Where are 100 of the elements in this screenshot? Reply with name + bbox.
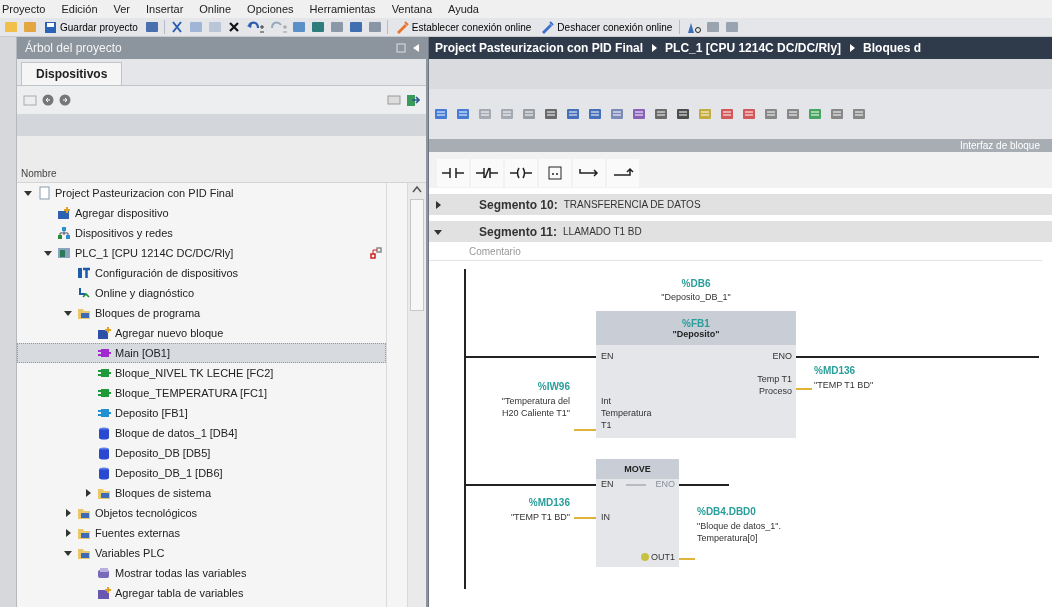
- tree-item[interactable]: Bloque_NIVEL TK LECHE [FC2]: [17, 363, 386, 383]
- pin-marker-icon: [641, 553, 649, 561]
- menu-item[interactable]: Ayuda: [440, 3, 487, 15]
- tree-item[interactable]: Deposito [FB1]: [17, 403, 386, 423]
- database-icon: [97, 426, 111, 440]
- menu-item[interactable]: Ventana: [383, 3, 440, 15]
- menu-item[interactable]: Ver: [105, 3, 138, 15]
- ladder-wire: [626, 484, 646, 486]
- expand-arrow-icon[interactable]: [63, 548, 73, 558]
- back-icon[interactable]: [42, 94, 54, 106]
- breadcrumb-item[interactable]: Project Pasteurizacion con PID Final: [435, 41, 644, 55]
- network-comment: TRANSFERENCIA DE DATOS: [563, 199, 701, 210]
- tree-item[interactable]: Dispositivos y redes: [17, 223, 386, 243]
- operand-address: %IW96: [537, 381, 570, 392]
- network-title: Segmento 10:: [479, 197, 558, 212]
- plc-icon: [57, 246, 71, 260]
- breadcrumb-arrow-icon: [849, 44, 856, 52]
- collapse-icon[interactable]: [412, 43, 420, 53]
- menu-item[interactable]: Herramientas: [301, 3, 384, 15]
- tree-item[interactable]: Project Pasteurizacion con PID Final: [17, 183, 386, 203]
- tree-item[interactable]: Fuentes externas: [17, 523, 386, 543]
- tree-item[interactable]: Agregar nuevo bloque: [17, 323, 386, 343]
- pin-label: EN: [601, 478, 614, 490]
- go-online-button[interactable]: Establecer conexión online: [392, 19, 534, 35]
- close-branch-icon[interactable]: [607, 159, 639, 187]
- expand-arrow-icon[interactable]: [63, 508, 73, 518]
- document-icon: [37, 186, 51, 200]
- tag-table-icon: [97, 566, 111, 580]
- add-table-icon: [97, 586, 111, 600]
- expand-arrow-icon[interactable]: [83, 488, 93, 498]
- scrollbar-thumb[interactable]: [410, 199, 424, 311]
- pane-icon[interactable]: [396, 43, 406, 53]
- normally-closed-contact-icon[interactable]: [471, 159, 503, 187]
- pin-label: EN: [601, 350, 614, 362]
- ladder-wire: [574, 429, 596, 431]
- folder-icon: [77, 546, 91, 560]
- expand-arrow-icon[interactable]: [23, 188, 33, 198]
- pin-label: OUT1: [650, 551, 675, 563]
- network-comment: LLAMADO T1 BD: [563, 226, 642, 237]
- operand-name: "TEMP T1 BD": [509, 511, 570, 523]
- expand-arrow-icon[interactable]: [63, 528, 73, 538]
- network-icon: [57, 226, 71, 240]
- tree-item[interactable]: Bloques de sistema: [17, 483, 386, 503]
- tree-item[interactable]: Deposito_DB [DB5]: [17, 443, 386, 463]
- menu-item[interactable]: Opciones: [239, 3, 302, 15]
- tree-item[interactable]: Bloque de datos_1 [DB4]: [17, 423, 386, 443]
- add-block-icon: [97, 326, 111, 340]
- device-config-icon: [77, 266, 91, 280]
- breadcrumb-item[interactable]: PLC_1 [CPU 1214C DC/DC/Rly]: [665, 41, 842, 55]
- add-device-icon: [57, 206, 71, 220]
- operand-address: %MD136: [814, 365, 856, 376]
- diagnostics-icon: [77, 286, 91, 300]
- tree-item[interactable]: Variables PLC: [17, 543, 386, 563]
- tree-item[interactable]: Configuración de dispositivos: [17, 263, 386, 283]
- folder-icon: [77, 526, 91, 540]
- instance-name: "Deposito_DB_1": [660, 291, 732, 303]
- pin-label: ENO: [655, 478, 675, 490]
- undo-icon[interactable]: [245, 20, 264, 34]
- open-branch-icon[interactable]: [573, 159, 605, 187]
- online-status-icon: [370, 247, 382, 259]
- expand-arrow-icon[interactable]: [433, 199, 443, 210]
- plug-icon: [540, 20, 555, 34]
- tree-item[interactable]: Agregar tabla de variables: [17, 583, 386, 603]
- tree-item[interactable]: Mostrar todas las variables: [17, 563, 386, 583]
- tree-item[interactable]: Deposito_DB_1 [DB6]: [17, 463, 386, 483]
- tree-item[interactable]: Online y diagnóstico: [17, 283, 386, 303]
- go-offline-button[interactable]: Deshacer conexión online: [538, 19, 675, 35]
- instance-address: %DB6: [680, 278, 712, 289]
- expand-arrow-icon[interactable]: [63, 308, 73, 318]
- tree-item[interactable]: Main [OB1]: [17, 343, 386, 363]
- menu-item[interactable]: Proyecto: [0, 3, 54, 15]
- cut-icon[interactable]: [169, 20, 184, 34]
- menu-item[interactable]: Insertar: [138, 3, 192, 15]
- tree-item[interactable]: Objetos tecnológicos: [17, 503, 386, 523]
- save-project-button[interactable]: Guardar proyecto: [42, 19, 140, 35]
- menu-item[interactable]: Online: [191, 3, 240, 15]
- tab[interactable]: Dispositivos: [21, 62, 123, 85]
- forward-icon[interactable]: [59, 94, 71, 106]
- coil-icon[interactable]: [505, 159, 537, 187]
- tree-item[interactable]: Agregar dispositivo: [17, 203, 386, 223]
- breadcrumb-item[interactable]: Bloques d: [863, 41, 922, 55]
- column-header: Nombre: [21, 167, 57, 179]
- network-header[interactable]: Segmento 10: TRANSFERENCIA DE DATOS: [429, 194, 1052, 215]
- tree-item[interactable]: Bloque_TEMPERATURA [FC1]: [17, 383, 386, 403]
- ladder-wire: [679, 484, 729, 486]
- breadcrumb-arrow-icon: [651, 44, 658, 52]
- save-icon: [44, 20, 57, 34]
- tree-item[interactable]: Bloques de programa: [17, 303, 386, 323]
- normally-open-contact-icon[interactable]: [437, 159, 469, 187]
- menu-item[interactable]: Edición: [53, 3, 106, 15]
- export-icon[interactable]: [406, 93, 420, 107]
- expand-arrow-icon[interactable]: [43, 248, 53, 258]
- scroll-up-icon[interactable]: [412, 185, 422, 193]
- folder-icon: [77, 506, 91, 520]
- network-header[interactable]: Segmento 11: LLAMADO T1 BD: [429, 221, 1052, 242]
- delete-icon[interactable]: [226, 20, 241, 34]
- block-address: %FB1: [682, 317, 710, 329]
- tree-item[interactable]: PLC_1 [CPU 1214C DC/DC/Rly]: [17, 243, 386, 263]
- pin-label: Int Temperatura T1: [601, 395, 653, 431]
- folder-icon: [97, 486, 111, 500]
